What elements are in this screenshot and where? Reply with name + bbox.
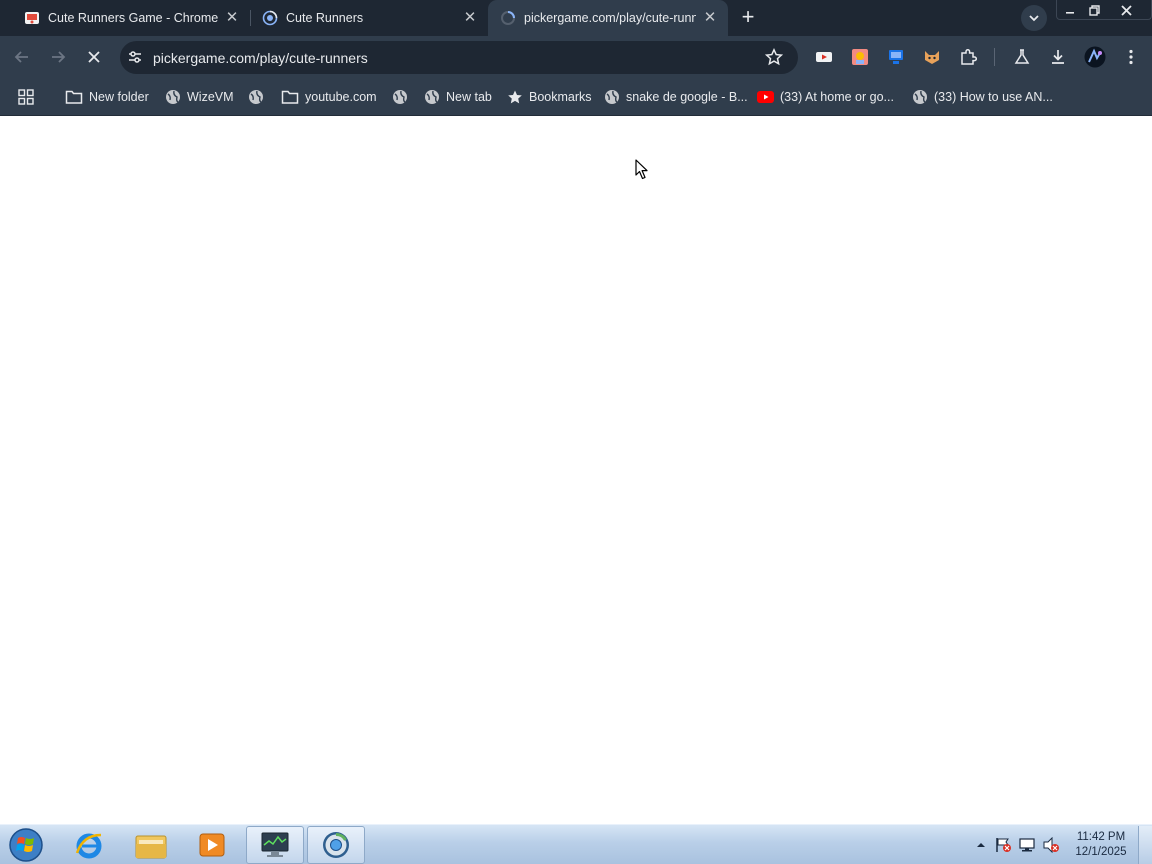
loading-spinner-favicon <box>501 11 515 25</box>
bookmark-globe-untitled[interactable] <box>248 87 270 107</box>
show-desktop-button[interactable] <box>1138 826 1152 864</box>
bookmark-globe-untitled-2[interactable] <box>392 87 414 107</box>
close-tab-icon[interactable]: ✕ <box>702 10 718 26</box>
folder-icon <box>281 90 299 104</box>
close-window-button[interactable] <box>1114 0 1138 20</box>
bookmark-label: (33) At home or go... <box>780 90 894 104</box>
tab-pickergame-active[interactable]: pickergame.com/play/cute-runners ✕ <box>488 0 728 36</box>
show-hidden-icons-arrow-icon[interactable] <box>972 837 990 853</box>
forward-button[interactable] <box>46 45 70 69</box>
character-extension-icon[interactable] <box>851 48 869 66</box>
start-button[interactable] <box>2 826 46 864</box>
action-center-flag-icon[interactable] <box>994 837 1012 853</box>
globe-icon <box>605 90 619 104</box>
folder-icon <box>65 90 83 104</box>
globe-icon <box>166 90 180 104</box>
extensions-puzzle-icon[interactable] <box>959 48 977 66</box>
taskbar-file-explorer[interactable] <box>122 826 180 864</box>
media-player-icon <box>199 833 225 857</box>
site-settings-icon[interactable] <box>127 49 143 65</box>
tab-chrome-web-store[interactable]: Cute Runners Game - Chrome Web Store ✕ <box>0 0 250 36</box>
tab-title: pickergame.com/play/cute-runners <box>524 11 696 25</box>
apps-shortcut[interactable] <box>18 87 40 107</box>
bookmark-snake-google[interactable]: snake de google - B... <box>604 87 748 107</box>
minimize-icon <box>1066 12 1074 14</box>
monitor-icon <box>261 832 289 857</box>
taskbar-media-player[interactable] <box>183 826 241 864</box>
more-menu-icon[interactable] <box>1122 48 1140 66</box>
bookmark-label: WizeVM <box>187 90 234 104</box>
bookmark-bookmarks[interactable]: Bookmarks <box>507 87 592 107</box>
clock-time: 11:42 PM <box>1076 831 1126 843</box>
globe-icon <box>249 90 263 104</box>
labs-flask-icon[interactable] <box>1013 48 1031 66</box>
download-icon[interactable] <box>1049 48 1067 66</box>
restore-button[interactable] <box>1082 0 1106 20</box>
taskbar-chrome[interactable] <box>307 826 365 864</box>
address-bar[interactable]: pickergame.com/play/cute-runners <box>120 41 798 74</box>
bookmark-star-icon[interactable] <box>765 48 783 66</box>
tab-title: Cute Runners Game - Chrome Web Store <box>48 11 218 25</box>
bookmark-youtube-video-1[interactable]: (33) At home or go... <box>757 87 894 107</box>
back-button[interactable] <box>10 45 34 69</box>
bookmark-wizevm[interactable]: WizeVM <box>165 87 234 107</box>
tab-search-button[interactable] <box>1021 5 1047 31</box>
globe-icon <box>425 90 439 104</box>
tab-cute-runners[interactable]: Cute Runners ✕ <box>238 0 488 36</box>
toolbar-separator <box>994 48 995 66</box>
network-icon[interactable] <box>1018 837 1036 853</box>
bookmark-how-to-use[interactable]: (33) How to use AN... <box>912 87 1053 107</box>
bookmark-youtube-folder[interactable]: youtube.com <box>281 87 377 107</box>
monitor-extension-icon[interactable] <box>887 48 905 66</box>
star-icon <box>508 90 522 104</box>
bookmarks-bar: New folder WizeVM youtube.com New tab Bo… <box>0 78 1152 116</box>
video-extension-icon[interactable] <box>815 48 833 66</box>
bookmark-new-folder[interactable]: New folder <box>65 87 149 107</box>
minimize-button[interactable] <box>1058 0 1082 20</box>
close-tab-icon[interactable]: ✕ <box>462 10 478 26</box>
bookmark-label: (33) How to use AN... <box>934 90 1053 104</box>
internet-explorer-icon <box>75 833 102 859</box>
taskbar-internet-explorer[interactable] <box>60 826 118 864</box>
profile-avatar[interactable] <box>1084 46 1106 68</box>
apps-grid-icon <box>18 89 34 105</box>
chevron-down-icon <box>1029 15 1039 22</box>
youtube-icon <box>757 91 774 103</box>
game-favicon <box>25 12 39 24</box>
globe-icon <box>393 90 407 104</box>
volume-muted-icon[interactable] <box>1042 837 1060 853</box>
restore-icon <box>1088 4 1100 16</box>
windows-taskbar: 11:42 PM 12/1/2025 <box>0 824 1152 864</box>
close-icon <box>88 51 100 63</box>
mouse-cursor-icon <box>635 159 648 180</box>
clock-date: 12/1/2025 <box>1075 846 1127 858</box>
page-content-area[interactable] <box>0 116 1152 824</box>
taskbar-task-manager[interactable] <box>246 826 304 864</box>
tab-strip: Cute Runners Game - Chrome Web Store ✕ C… <box>0 0 1152 36</box>
browser-toolbar: pickergame.com/play/cute-runners <box>0 36 1152 78</box>
arrow-left-icon <box>14 51 28 63</box>
system-clock[interactable]: 11:42 PM 12/1/2025 <box>1068 830 1134 860</box>
bookmark-label: youtube.com <box>305 90 377 104</box>
bookmark-label: snake de google - B... <box>626 90 748 104</box>
close-icon <box>1120 4 1132 16</box>
chrome-browser-icon <box>323 832 349 858</box>
url-text[interactable]: pickergame.com/play/cute-runners <box>153 50 368 66</box>
new-tab-button[interactable]: + <box>736 6 760 30</box>
bookmark-new-tab[interactable]: New tab <box>424 87 492 107</box>
cat-extension-icon[interactable] <box>923 48 941 66</box>
bookmark-label: Bookmarks <box>529 90 592 104</box>
loading-globe-favicon <box>262 10 278 26</box>
stop-loading-button[interactable] <box>82 45 106 69</box>
bookmark-label: New tab <box>446 90 492 104</box>
tab-title: Cute Runners <box>286 11 364 25</box>
globe-icon <box>913 90 927 104</box>
arrow-right-icon <box>52 51 66 63</box>
folder-icon <box>135 835 167 859</box>
bookmark-label: New folder <box>89 90 149 104</box>
